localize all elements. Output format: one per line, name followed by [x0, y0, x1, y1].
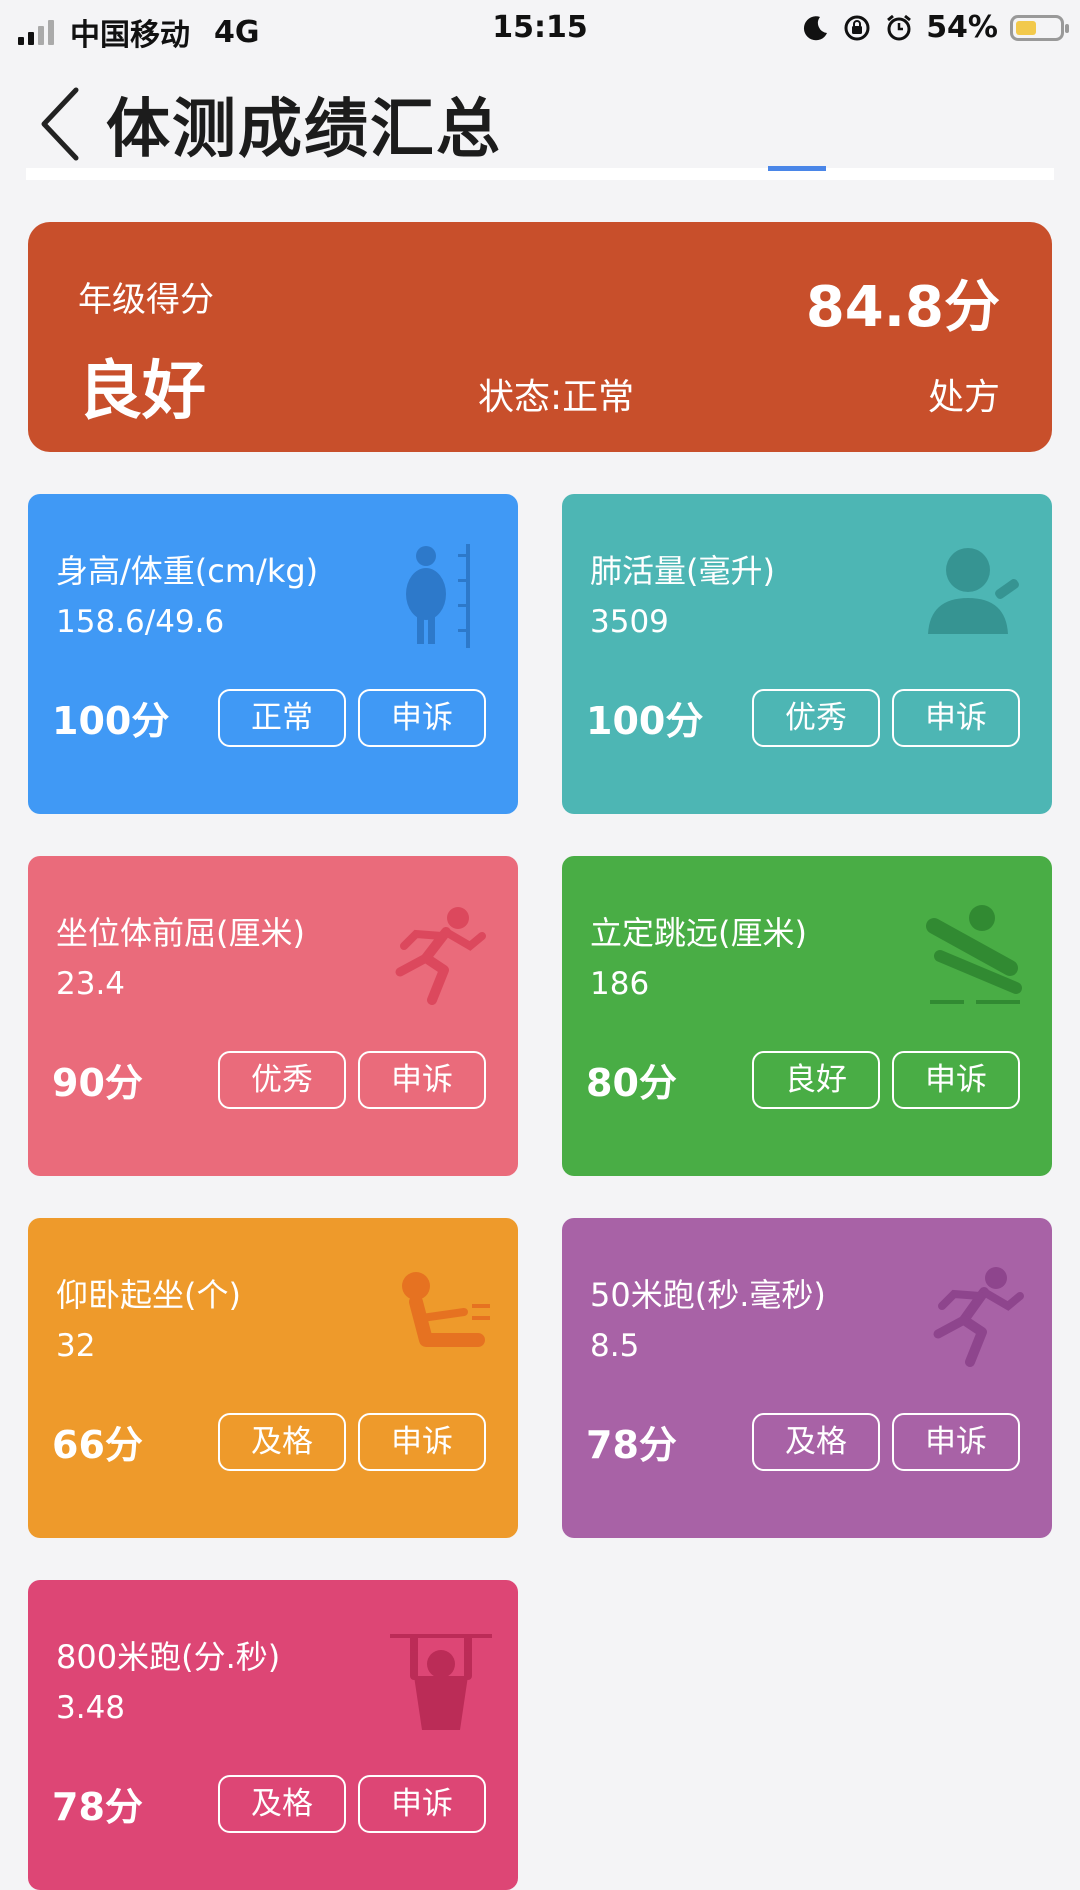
- card-800m-run: 800米跑(分.秒) 3.48 78分 及格 申诉: [28, 1580, 518, 1890]
- runner-icon: [395, 907, 486, 1005]
- appeal-button[interactable]: 申诉: [892, 689, 1020, 747]
- level-button[interactable]: 良好: [752, 1051, 880, 1109]
- battery-percent: 54%: [926, 10, 998, 45]
- page-title: 体测成绩汇总: [106, 93, 502, 167]
- status-right: 54%: [802, 10, 1069, 45]
- card-score: 66分: [52, 1423, 143, 1467]
- card-value: 8.5: [590, 1328, 640, 1364]
- card-score: 78分: [586, 1423, 677, 1467]
- level-button[interactable]: 优秀: [752, 689, 880, 747]
- appeal-button[interactable]: 申诉: [892, 1413, 1020, 1471]
- card-50m-run: 50米跑(秒.毫秒) 8.5 78分 及格 申诉: [562, 1218, 1052, 1538]
- card-value: 186: [590, 966, 650, 1002]
- card-title: 身高/体重(cm/kg): [56, 552, 319, 590]
- card-lung-capacity: 肺活量(毫升) 3509 100分 优秀 申诉: [562, 494, 1052, 814]
- summary-score: 84.8分: [805, 275, 1000, 340]
- appeal-button[interactable]: 申诉: [892, 1051, 1020, 1109]
- pull-up-icon: [390, 1634, 492, 1730]
- battery-fill: [1016, 20, 1036, 35]
- card-value: 158.6/49.6: [56, 604, 225, 640]
- card-sit-ups: 仰卧起坐(个) 32 66分 及格 申诉: [28, 1218, 518, 1538]
- height-weight-icon: [406, 544, 470, 648]
- card-score: 78分: [52, 1785, 143, 1829]
- card-score: 80分: [586, 1061, 677, 1105]
- header: 体测成绩汇总: [0, 58, 1080, 180]
- card-title: 立定跳远(厘米): [590, 914, 807, 952]
- level-button[interactable]: 及格: [218, 1413, 346, 1471]
- level-button[interactable]: 及格: [752, 1413, 880, 1471]
- card-sit-reach: 坐位体前屈(厘米) 23.4 90分 优秀 申诉: [28, 856, 518, 1176]
- appeal-button[interactable]: 申诉: [358, 1775, 486, 1833]
- card-height-weight: 身高/体重(cm/kg) 158.6/49.6 100分 正常 申诉: [28, 494, 518, 814]
- card-value: 3.48: [56, 1690, 126, 1726]
- sprint-icon: [933, 1267, 1024, 1367]
- rotation-lock-icon: [844, 15, 870, 40]
- chevron-left-icon[interactable]: [36, 86, 82, 162]
- card-title: 800米跑(分.秒): [56, 1638, 281, 1676]
- card-title: 50米跑(秒.毫秒): [590, 1276, 826, 1314]
- summary-card: 年级得分 良好 84.8分 状态:正常 处方: [28, 222, 1052, 452]
- card-value: 23.4: [56, 966, 126, 1002]
- card-score: 90分: [52, 1061, 143, 1105]
- level-button[interactable]: 及格: [218, 1775, 346, 1833]
- summary-label: 年级得分: [78, 280, 214, 320]
- level-button[interactable]: 正常: [218, 689, 346, 747]
- appeal-button[interactable]: 申诉: [358, 689, 486, 747]
- header-divider: [26, 168, 1054, 180]
- alarm-icon: [887, 14, 912, 40]
- summary-status: 状态:正常: [478, 377, 635, 418]
- lung-capacity-icon: [928, 548, 1019, 634]
- page: 中国移动 4G 15:15 54% 体测成绩汇总 年级得分 良好 84.8分 状…: [0, 0, 1080, 1890]
- card-title: 肺活量(毫升): [590, 552, 775, 590]
- card-score: 100分: [586, 699, 704, 743]
- card-value: 32: [56, 1328, 96, 1364]
- moon-icon: [804, 15, 828, 40]
- card-long-jump: 立定跳远(厘米) 186 80分 良好 申诉: [562, 856, 1052, 1176]
- summary-grade: 良好: [78, 355, 206, 429]
- scroll-indicator: [768, 166, 826, 171]
- status-bar: 中国移动 4G 15:15 54%: [0, 0, 1080, 58]
- card-value: 3509: [590, 604, 669, 640]
- sit-up-icon: [402, 1272, 490, 1347]
- card-score: 100分: [52, 699, 170, 743]
- card-title: 坐位体前屈(厘米): [56, 914, 305, 952]
- level-button[interactable]: 优秀: [218, 1051, 346, 1109]
- card-title: 仰卧起坐(个): [56, 1276, 241, 1314]
- appeal-button[interactable]: 申诉: [358, 1051, 486, 1109]
- long-jump-icon: [926, 905, 1022, 1004]
- appeal-button[interactable]: 申诉: [358, 1413, 486, 1471]
- battery-icon: [1010, 14, 1069, 41]
- prescription-link[interactable]: 处方: [928, 368, 1000, 420]
